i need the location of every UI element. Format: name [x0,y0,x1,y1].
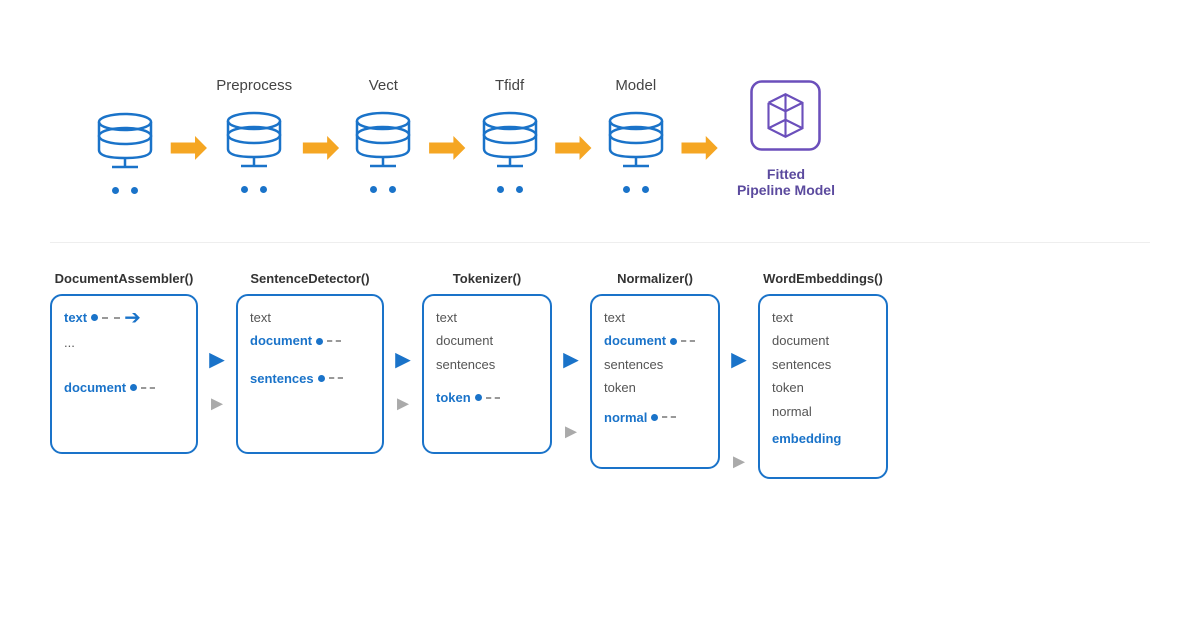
field-dot [316,338,323,345]
component-title-4: WordEmbeddings() [763,271,883,286]
field-document-3: document [604,329,706,352]
component-col-2: Tokenizer() text document sentences toke… [422,271,552,454]
step-1-label: Preprocess [216,77,292,94]
field-normal-output: normal [604,406,706,429]
database-icon-0 [90,104,160,174]
field-ellipsis: ... [64,329,184,358]
field-embedding-output: embedding [772,427,874,450]
arrow-4: ➡ [553,124,593,172]
arrow-2: ➡ [300,124,340,172]
step-4-label: Model [615,77,656,94]
connector-3-4: ► ► [720,346,758,472]
solid-arrow-icon: ► [390,346,416,372]
top-section: ➡ Preprocess ➡ Vect [30,20,1170,240]
field-token-3: token [604,376,706,399]
field-dot [651,414,658,421]
dot [260,186,267,193]
fitted-model: FittedPipeline Model [737,73,835,198]
main-container: ➡ Preprocess ➡ Vect [0,0,1200,628]
pipeline-step-1: Preprocess [216,77,292,193]
database-icon-4 [601,103,671,173]
dot [497,186,504,193]
connector-2-3: ► ► [552,346,590,442]
dot [112,187,119,194]
solid-arrow-icon: ► [558,346,584,372]
step-3-label: Tfidf [495,77,524,94]
step-0-dots [112,187,138,194]
component-title-0: DocumentAssembler() [55,271,194,286]
field-sentences-3: sentences [604,353,706,376]
database-icon-1 [219,103,289,173]
step-2-dots [370,186,396,193]
dot [389,186,396,193]
dot [370,186,377,193]
connector-0-1: ► ► [198,346,236,414]
field-token-output: token [436,386,538,409]
dot [623,186,630,193]
component-box-2: text document sentences token [422,294,552,454]
dashed-arrow-icon: ► [207,394,227,414]
component-col-0: DocumentAssembler() text ➔ ... document [50,271,198,454]
field-dot [475,394,482,401]
dot [241,186,248,193]
field-document-output: document [64,376,184,399]
component-title-1: SentenceDetector() [250,271,369,286]
dashed-arrow-icon: ► [561,422,581,442]
field-document-4: document [772,329,874,352]
field-dot [91,314,98,321]
field-document-1: document [250,329,370,352]
dashed-arrow-icon: ► [729,452,749,472]
database-icon-3 [475,103,545,173]
field-dot [318,375,325,382]
solid-arrow-icon: ► [204,346,230,372]
dashed-arrow-icon: ► [393,394,413,414]
step-1-dots [241,186,267,193]
step-3-dots [497,186,523,193]
component-col-3: Normalizer() text document sentences tok… [590,271,720,469]
pipeline-step-3: Tfidf [475,77,545,193]
pipeline-step-4: Model [601,77,671,193]
field-normal-4: normal [772,400,874,423]
field-text-3: text [604,306,706,329]
pipeline-step-0 [90,77,160,194]
field-sentences-4: sentences [772,353,874,376]
arrow-5: ➡ [679,124,719,172]
field-sentences-output-1: sentences [250,367,370,390]
dot [131,187,138,194]
arrow-1: ➡ [168,124,208,172]
fitted-model-label: FittedPipeline Model [737,166,835,198]
field-sentences-2: sentences [436,353,538,376]
step-4-dots [623,186,649,193]
field-text-4: text [772,306,874,329]
divider [50,242,1150,243]
arrow-3: ➡ [426,124,466,172]
dot [516,186,523,193]
component-title-2: Tokenizer() [453,271,521,286]
field-text-2: text [436,306,538,329]
dot [642,186,649,193]
field-text-1: text [250,306,370,329]
field-dot [670,338,677,345]
component-title-3: Normalizer() [617,271,693,286]
step-2-label: Vect [369,77,398,94]
solid-arrow-icon: ► [726,346,752,372]
pipeline-step-2: Vect [348,77,418,193]
component-col-4: WordEmbeddings() text document sentences… [758,271,888,479]
component-col-1: SentenceDetector() text document sentenc… [236,271,384,454]
bottom-section: DocumentAssembler() text ➔ ... document [30,261,1170,479]
component-box-1: text document sentences [236,294,384,454]
database-icon-2 [348,103,418,173]
connector-1-2: ► ► [384,346,422,414]
component-box-4: text document sentences token normal emb… [758,294,888,479]
field-token-4: token [772,376,874,399]
component-box-0: text ➔ ... document [50,294,198,454]
component-box-3: text document sentences token normal [590,294,720,469]
fitted-model-icon [743,73,828,158]
field-document-2: document [436,329,538,352]
field-text: text ➔ [64,306,184,329]
field-dot [130,384,137,391]
